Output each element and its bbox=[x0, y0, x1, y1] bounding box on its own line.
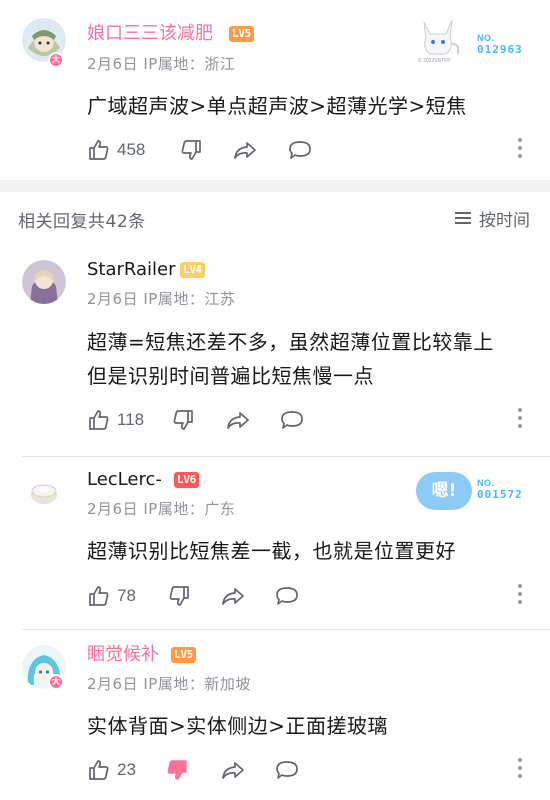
avatar[interactable] bbox=[22, 469, 66, 513]
level-badge: LV6 bbox=[174, 472, 199, 488]
action-bar: 458 bbox=[87, 136, 537, 164]
replies-count-title: 相关回复共42条 bbox=[18, 212, 146, 232]
thumbs-down-icon bbox=[167, 760, 187, 780]
comment-content: 超薄=短焦还差不多，虽然超薄位置比较靠上 但是识别时间普遍比短焦慢一点 bbox=[87, 325, 537, 393]
share-button[interactable] bbox=[220, 756, 246, 784]
main-comment: 大 娘口三三该减肥 LV5 © 2022SNTFP NO. 012963 2月6… bbox=[0, 0, 550, 180]
fan-badge-mascot: © 2022SNTFP bbox=[414, 14, 462, 66]
comment-meta: 2月6日 IP属地：广东 bbox=[87, 500, 236, 518]
username[interactable]: 睏觉候补 bbox=[87, 643, 159, 667]
mascot-caption: © 2022SNTFP bbox=[418, 58, 451, 64]
reply-item: StarRailer LV4 2月6日 IP属地：江苏 超薄=短焦还差不多，虽然… bbox=[0, 245, 550, 450]
share-button[interactable] bbox=[220, 582, 246, 610]
avatar-badge: 大 bbox=[48, 52, 64, 68]
reply-button[interactable] bbox=[274, 582, 300, 610]
dislike-button[interactable] bbox=[171, 406, 195, 434]
action-bar: 78 bbox=[87, 582, 537, 610]
reply-button[interactable] bbox=[279, 406, 305, 434]
more-dots-icon[interactable] bbox=[517, 758, 523, 782]
more-dots-icon[interactable] bbox=[517, 138, 523, 162]
thumbs-down-icon bbox=[173, 410, 193, 430]
fan-badge-number: 012963 bbox=[477, 43, 523, 56]
comment-meta: 2月6日 IP属地：江苏 bbox=[87, 290, 236, 308]
sort-button[interactable]: 按时间 bbox=[455, 206, 530, 231]
fan-badge-no-label: NO. bbox=[477, 478, 495, 488]
comment-content: 超薄识别比短焦差一截，也就是位置更好 bbox=[87, 539, 456, 563]
share-icon bbox=[222, 588, 244, 605]
like-count: 458 bbox=[117, 140, 146, 159]
reply-item: 大 睏觉候补 LV5 2月6日 IP属地：新加坡 实体背面>实体侧边>正面搓玻璃… bbox=[0, 630, 550, 800]
reply-button[interactable] bbox=[274, 756, 300, 784]
section-divider-band bbox=[0, 180, 550, 192]
like-count: 78 bbox=[117, 586, 136, 605]
reply-item: LecLerc- LV6 嗯! NO. 001572 2月6日 IP属地：广东 … bbox=[0, 457, 550, 627]
share-icon bbox=[222, 762, 244, 779]
sort-label: 按时间 bbox=[479, 210, 530, 231]
comment-content-line: 但是识别时间普遍比短焦慢一点 bbox=[87, 364, 374, 388]
action-bar: 118 bbox=[87, 406, 537, 434]
more-dots-icon[interactable] bbox=[517, 408, 523, 432]
sort-lines-icon bbox=[455, 211, 471, 225]
comment-meta: 2月6日 IP属地：新加坡 bbox=[87, 675, 251, 693]
comment-content: 广域超声波>单点超声波>超薄光学>短焦 bbox=[87, 94, 467, 118]
dislike-button[interactable] bbox=[179, 136, 203, 164]
comment-bubble-icon bbox=[276, 761, 298, 779]
like-count: 23 bbox=[117, 760, 136, 779]
action-bar: 23 bbox=[87, 756, 537, 784]
avatar-badge: 大 bbox=[48, 674, 64, 690]
like-button[interactable]: 23 bbox=[87, 756, 136, 784]
level-badge: LV5 bbox=[171, 647, 196, 663]
thumbs-up-icon bbox=[89, 410, 109, 430]
thumbs-up-icon bbox=[89, 586, 109, 606]
like-button[interactable]: 78 bbox=[87, 582, 136, 610]
avatar[interactable] bbox=[22, 260, 66, 304]
share-button[interactable] bbox=[225, 406, 251, 434]
level-badge: LV4 bbox=[180, 262, 205, 278]
fan-badge-number: 001572 bbox=[477, 488, 523, 501]
comment-meta: 2月6日 IP属地：浙江 bbox=[87, 55, 236, 73]
username[interactable]: 娘口三三该减肥 bbox=[87, 22, 213, 46]
thumbs-down-icon bbox=[181, 140, 201, 160]
dislike-button-active[interactable] bbox=[165, 756, 189, 784]
fan-badge-no-label: NO. bbox=[477, 33, 495, 43]
more-dots-icon[interactable] bbox=[517, 584, 523, 608]
username[interactable]: LecLerc- bbox=[87, 468, 162, 492]
username[interactable]: StarRailer bbox=[87, 258, 176, 282]
comment-content-line: 超薄=短焦还差不多，虽然超薄位置比较靠上 bbox=[87, 330, 494, 354]
fan-badge: NO. 012963 bbox=[477, 33, 523, 56]
thumbs-up-icon bbox=[89, 140, 109, 160]
fan-badge: NO. 001572 bbox=[477, 478, 523, 501]
comment-bubble-icon bbox=[276, 587, 298, 605]
thumbs-down-icon bbox=[169, 586, 189, 606]
comment-bubble-icon bbox=[289, 141, 311, 159]
thumbs-up-icon bbox=[89, 760, 109, 780]
share-icon bbox=[234, 142, 256, 159]
dislike-button[interactable] bbox=[167, 582, 191, 610]
comment-content: 实体背面>实体侧边>正面搓玻璃 bbox=[87, 714, 389, 738]
like-count: 118 bbox=[117, 410, 145, 429]
like-button[interactable]: 118 bbox=[87, 406, 144, 434]
share-icon bbox=[227, 412, 249, 429]
like-button[interactable]: 458 bbox=[87, 136, 145, 164]
reply-button[interactable] bbox=[287, 136, 313, 164]
share-button[interactable] bbox=[232, 136, 258, 164]
level-badge: LV5 bbox=[229, 26, 254, 42]
comment-bubble-icon bbox=[281, 411, 303, 429]
fan-badge-bubble: 嗯! bbox=[416, 472, 472, 510]
